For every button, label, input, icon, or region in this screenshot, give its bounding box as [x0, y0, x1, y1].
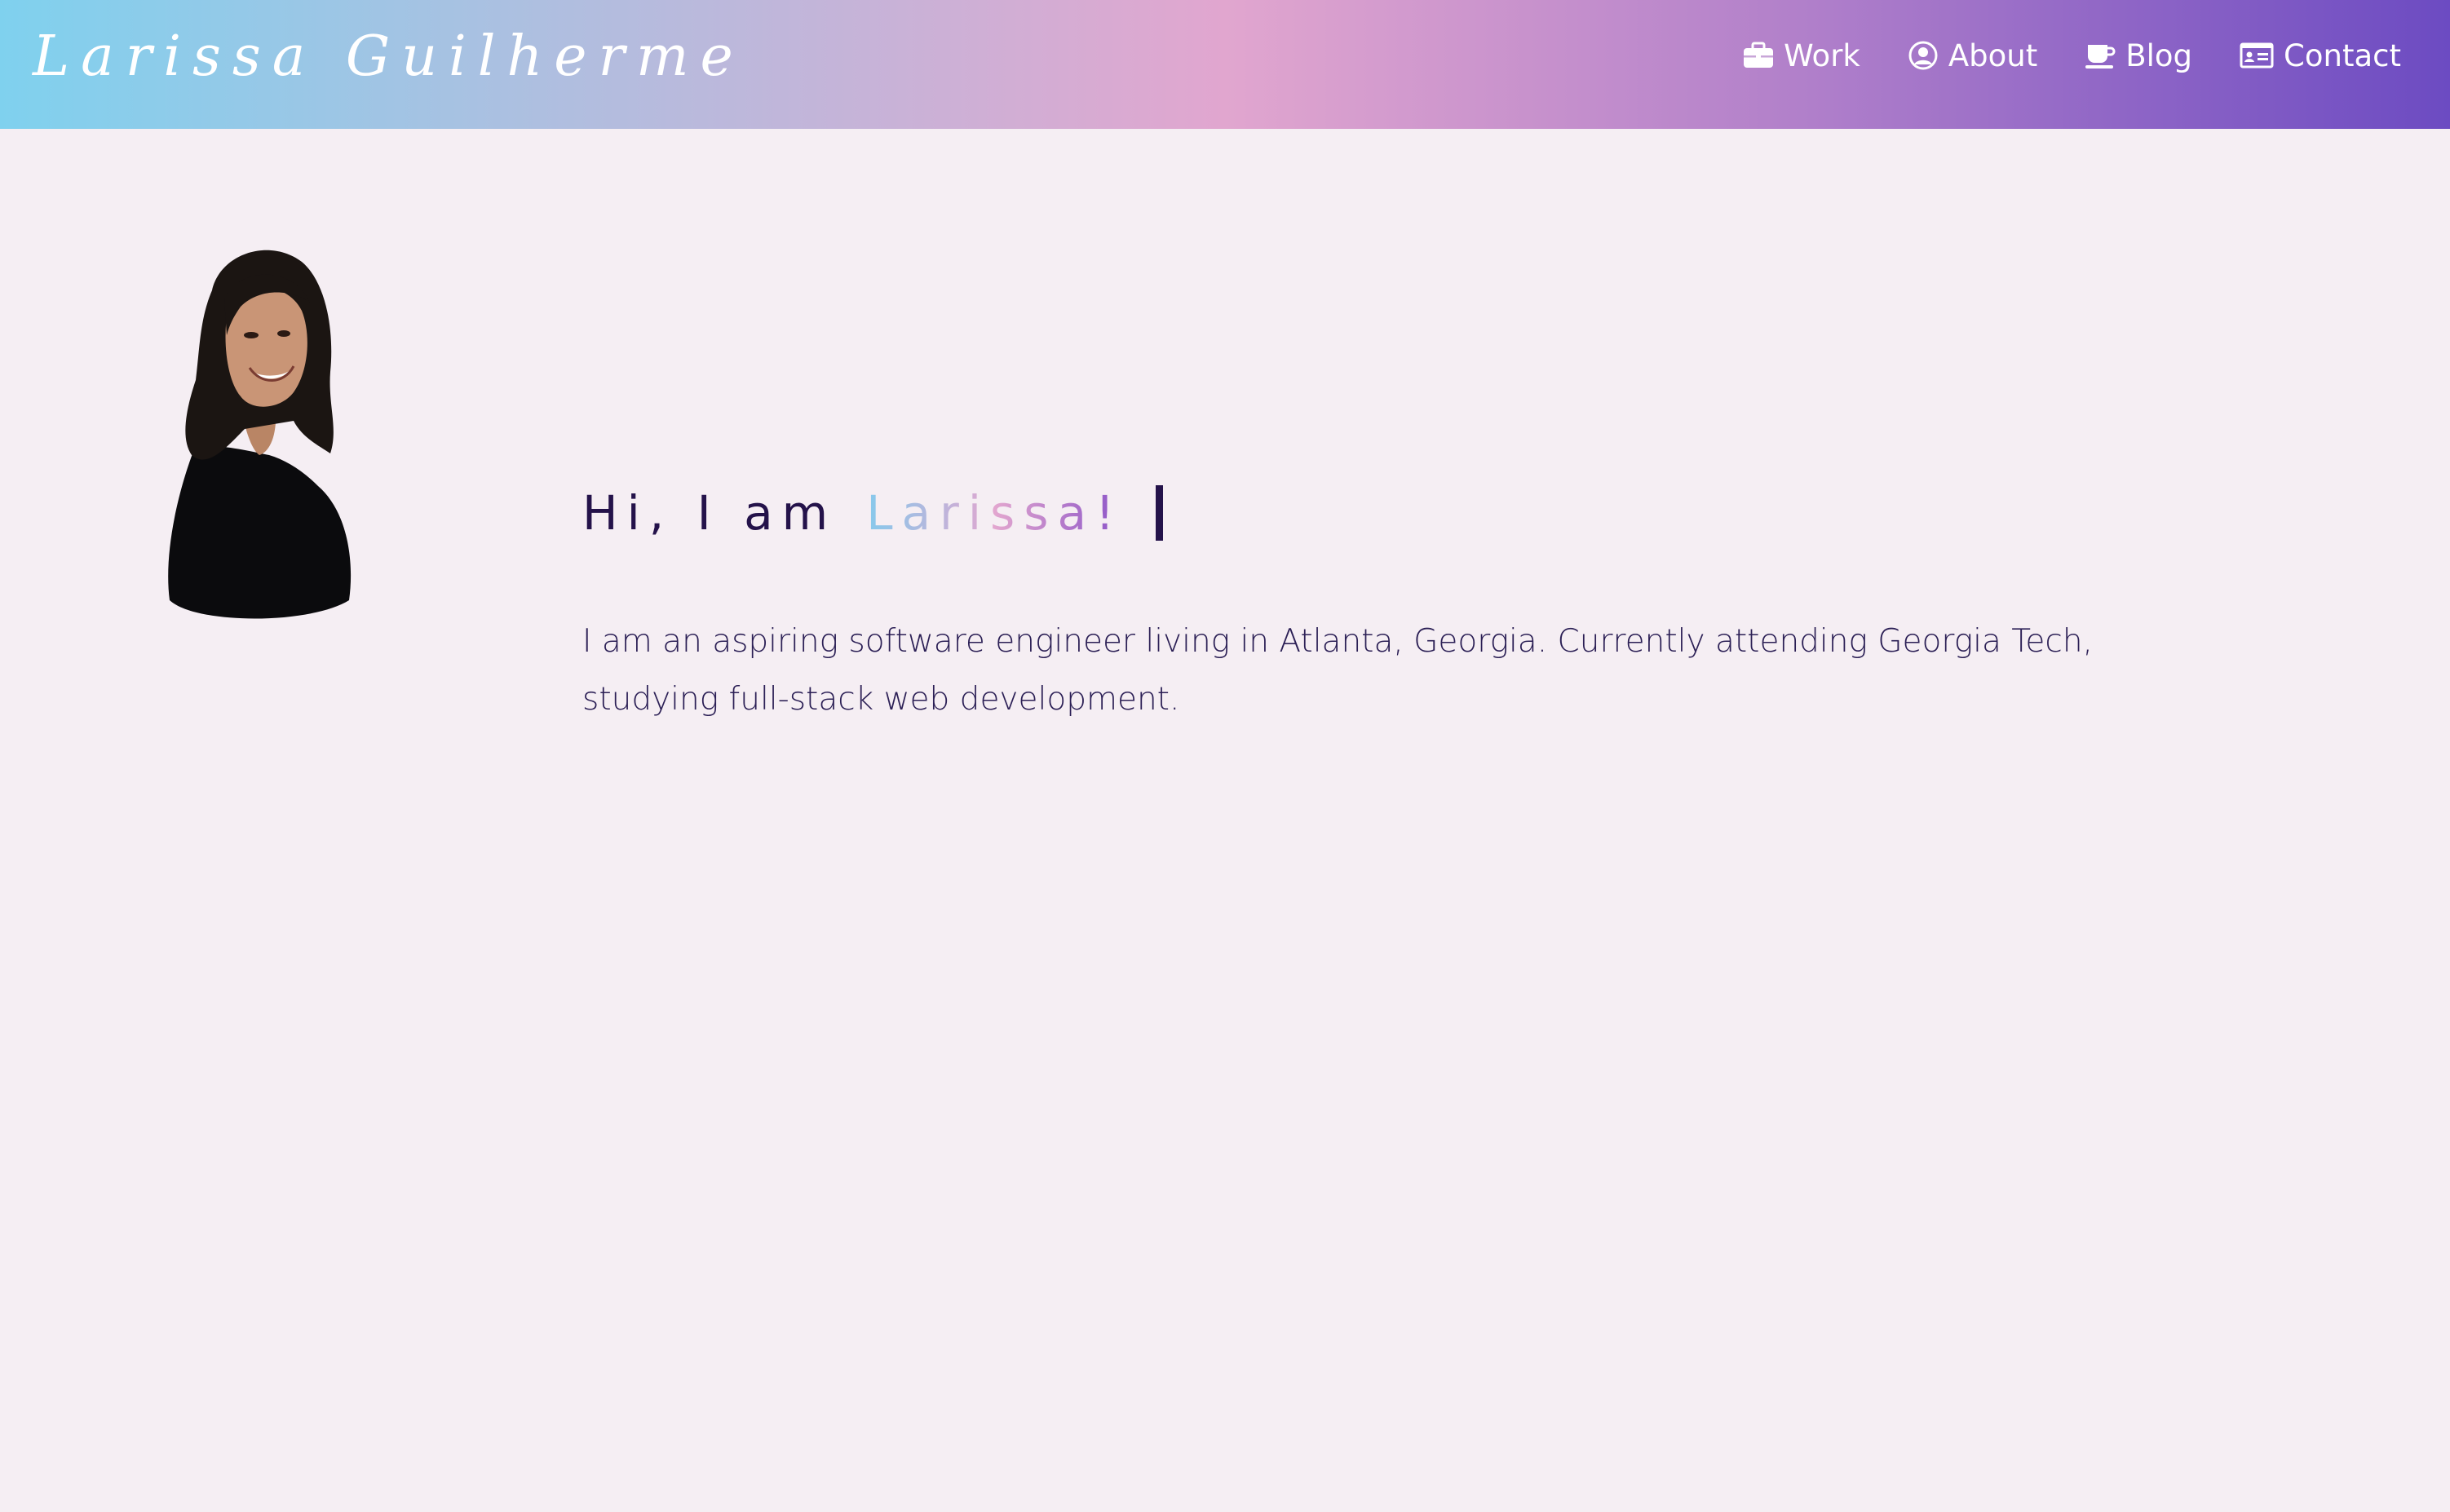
main-nav: Work About Blog Contact	[1743, 0, 2401, 111]
nav-item-label: Work	[1784, 38, 1860, 73]
nav-item-label: Contact	[2284, 38, 2401, 73]
intro-text: I am an aspiring software engineer livin…	[582, 623, 2093, 718]
nav-item-contact[interactable]: Contact	[2240, 38, 2401, 73]
nav-item-work[interactable]: Work	[1743, 38, 1860, 73]
profile-photo	[163, 241, 359, 620]
id-card-icon	[2240, 42, 2274, 69]
nav-item-label: Blog	[2125, 38, 2193, 73]
hero-greeting: Hi, I am Larissa!	[582, 476, 1164, 550]
nav-item-label: About	[1948, 38, 2038, 73]
typing-cursor	[1156, 485, 1164, 541]
greeting-name: Larissa!	[866, 485, 1124, 541]
user-circle-icon	[1908, 40, 1939, 71]
nav-item-blog[interactable]: Blog	[2085, 38, 2192, 73]
briefcase-icon	[1743, 42, 1774, 69]
coffee-cup-icon	[2085, 42, 2116, 69]
nav-item-about[interactable]: About	[1908, 38, 2037, 73]
greeting-prefix: Hi, I am	[582, 485, 838, 541]
site-header: Larissa Guilherme Work About Blog Contac…	[0, 0, 2450, 129]
brand-logo-text[interactable]: Larissa Guilherme	[33, 16, 745, 98]
